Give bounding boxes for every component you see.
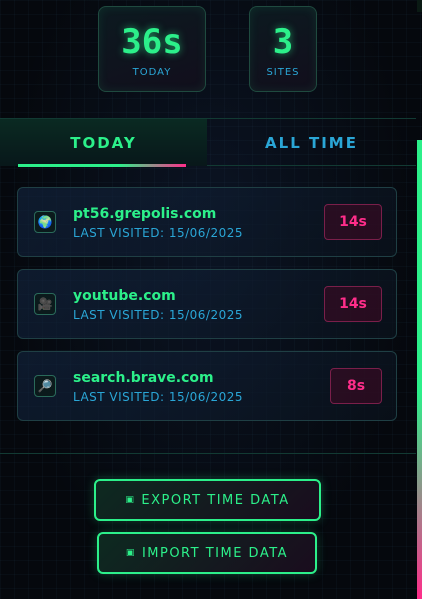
site-domain: youtube.com [73, 288, 176, 304]
active-tab-indicator [18, 164, 186, 167]
site-time-badge: 14s [324, 204, 382, 240]
list-item[interactable]: 🌍 pt56.grepolis.com LAST VISITED: 15/06/… [17, 187, 397, 257]
video-camera-icon: 🎥 [34, 293, 56, 315]
time-tracker-popup: 36s TODAY 3 SITES TODAY ALL TIME 🌍 pt56.… [0, 0, 422, 599]
section-divider [0, 453, 416, 454]
list-item[interactable]: 🎥 youtube.com LAST VISITED: 15/06/2025 1… [17, 269, 397, 339]
site-time-badge: 14s [324, 286, 382, 322]
stat-today-value: 36s [121, 22, 183, 62]
import-icon: ▣ [125, 548, 136, 558]
stat-sites-label: SITES [266, 67, 300, 78]
site-last-visited: LAST VISITED: 15/06/2025 [73, 226, 244, 240]
site-domain: search.brave.com [73, 370, 214, 386]
stat-today-label: TODAY [132, 67, 172, 78]
list-item[interactable]: 🔎 search.brave.com LAST VISITED: 15/06/2… [17, 351, 397, 421]
export-time-data-button[interactable]: ▣ EXPORT TIME DATA [94, 479, 321, 521]
site-last-visited: LAST VISITED: 15/06/2025 [73, 390, 244, 404]
globe-icon: 🌍 [34, 211, 56, 233]
export-button-label: EXPORT TIME DATA [141, 492, 290, 508]
tab-all-time[interactable]: ALL TIME [207, 119, 416, 166]
stat-sites-card: 3 SITES [249, 6, 317, 92]
scrollbar-cap [417, 0, 422, 12]
import-button-label: IMPORT TIME DATA [141, 545, 289, 561]
stat-today-card: 36s TODAY [98, 6, 206, 92]
tab-today[interactable]: TODAY [0, 119, 207, 166]
site-time-badge: 8s [330, 368, 382, 404]
scrollbar[interactable] [417, 140, 422, 599]
magnifier-icon: 🔎 [34, 375, 56, 397]
export-icon: ▣ [125, 495, 136, 505]
import-time-data-button[interactable]: ▣ IMPORT TIME DATA [97, 532, 317, 574]
tab-bar: TODAY ALL TIME [0, 118, 416, 167]
site-domain: pt56.grepolis.com [73, 206, 217, 222]
site-last-visited: LAST VISITED: 15/06/2025 [73, 308, 244, 322]
stat-sites-value: 3 [272, 22, 294, 62]
